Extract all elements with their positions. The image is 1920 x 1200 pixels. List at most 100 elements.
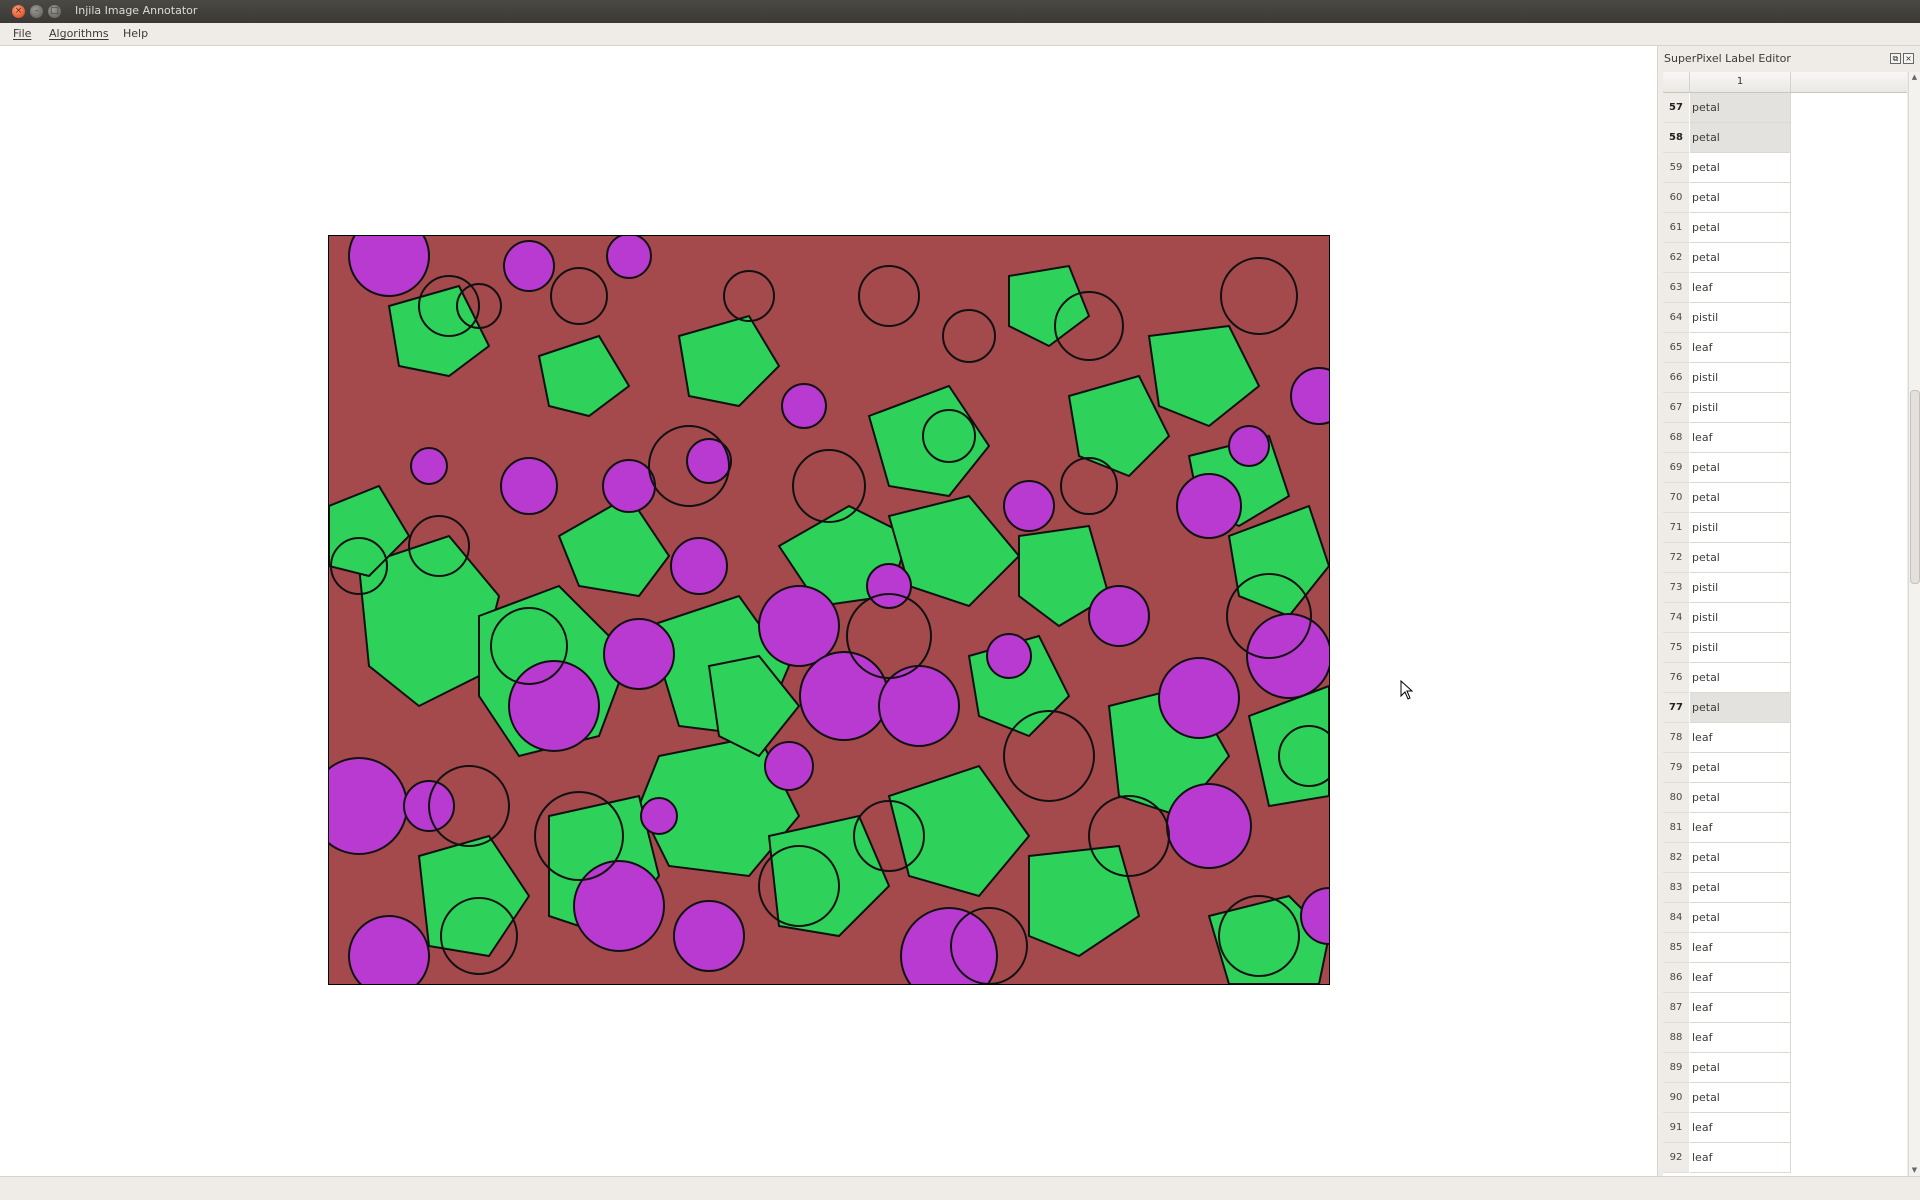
row-header[interactable]: 67 <box>1663 393 1689 423</box>
row-header[interactable]: 92 <box>1663 1143 1689 1173</box>
table-row[interactable]: 86 leaf <box>1663 963 1907 993</box>
table-row[interactable]: 89 petal <box>1663 1053 1907 1083</box>
row-header[interactable]: 57 <box>1663 93 1689 123</box>
minimize-icon[interactable]: – <box>30 5 43 18</box>
row-header[interactable]: 58 <box>1663 123 1689 153</box>
row-header[interactable]: 75 <box>1663 633 1689 663</box>
label-cell[interactable]: petal <box>1690 1083 1791 1113</box>
table-row[interactable]: 64 pistil <box>1663 303 1907 333</box>
row-header[interactable]: 61 <box>1663 213 1689 243</box>
close-icon[interactable]: × <box>1903 53 1914 64</box>
row-header[interactable]: 81 <box>1663 813 1689 843</box>
label-cell[interactable]: pistil <box>1690 513 1791 543</box>
label-cell[interactable]: pistil <box>1690 603 1791 633</box>
label-cell[interactable]: leaf <box>1690 813 1791 843</box>
row-header[interactable]: 78 <box>1663 723 1689 753</box>
segmented-image[interactable] <box>328 235 1330 985</box>
row-header[interactable]: 62 <box>1663 243 1689 273</box>
label-cell[interactable]: leaf <box>1690 333 1791 363</box>
row-header[interactable]: 68 <box>1663 423 1689 453</box>
label-cell[interactable]: leaf <box>1690 993 1791 1023</box>
label-cell[interactable]: leaf <box>1690 723 1791 753</box>
row-header[interactable]: 69 <box>1663 453 1689 483</box>
row-header[interactable]: 82 <box>1663 843 1689 873</box>
row-header[interactable]: 88 <box>1663 1023 1689 1053</box>
row-header[interactable]: 76 <box>1663 663 1689 693</box>
row-header[interactable]: 60 <box>1663 183 1689 213</box>
label-cell[interactable]: leaf <box>1690 1113 1791 1143</box>
table-row[interactable]: 59 petal <box>1663 153 1907 183</box>
table-row[interactable]: 90 petal <box>1663 1083 1907 1113</box>
label-cell[interactable]: petal <box>1690 543 1791 573</box>
table-row[interactable]: 81 leaf <box>1663 813 1907 843</box>
row-header[interactable]: 84 <box>1663 903 1689 933</box>
table-row[interactable]: 85 leaf <box>1663 933 1907 963</box>
label-cell[interactable]: petal <box>1690 873 1791 903</box>
label-cell[interactable]: leaf <box>1690 1143 1791 1173</box>
row-header[interactable]: 72 <box>1663 543 1689 573</box>
column-header[interactable]: 1 <box>1690 72 1791 92</box>
table-row[interactable]: 75 pistil <box>1663 633 1907 663</box>
table-row[interactable]: 67 pistil <box>1663 393 1907 423</box>
table-row[interactable]: 69 petal <box>1663 453 1907 483</box>
vertical-scrollbar[interactable]: ▲ ▼ <box>1908 72 1920 1176</box>
menu-help[interactable]: Help <box>123 27 148 40</box>
row-header[interactable]: 74 <box>1663 603 1689 633</box>
table-row[interactable]: 73 pistil <box>1663 573 1907 603</box>
label-cell[interactable]: leaf <box>1690 423 1791 453</box>
label-cell[interactable]: petal <box>1690 753 1791 783</box>
label-cell[interactable]: petal <box>1690 123 1791 153</box>
table-row[interactable]: 61 petal <box>1663 213 1907 243</box>
label-cell[interactable]: petal <box>1690 843 1791 873</box>
superpixel-overlay[interactable] <box>329 236 1329 984</box>
row-header[interactable]: 90 <box>1663 1083 1689 1113</box>
row-header[interactable]: 77 <box>1663 693 1689 723</box>
table-row[interactable]: 58 petal <box>1663 123 1907 153</box>
row-header[interactable]: 73 <box>1663 573 1689 603</box>
float-icon[interactable]: ⧉ <box>1890 53 1901 64</box>
table-row[interactable]: 92 leaf <box>1663 1143 1907 1173</box>
table-row[interactable]: 71 pistil <box>1663 513 1907 543</box>
row-header[interactable]: 89 <box>1663 1053 1689 1083</box>
label-cell[interactable]: petal <box>1690 213 1791 243</box>
row-header[interactable]: 63 <box>1663 273 1689 303</box>
table-row[interactable]: 60 petal <box>1663 183 1907 213</box>
table-row[interactable]: 57 petal <box>1663 93 1907 123</box>
table-row[interactable]: 77 petal <box>1663 693 1907 723</box>
row-header[interactable]: 71 <box>1663 513 1689 543</box>
table-row[interactable]: 82 petal <box>1663 843 1907 873</box>
label-cell[interactable]: leaf <box>1690 273 1791 303</box>
label-cell[interactable]: pistil <box>1690 573 1791 603</box>
row-header[interactable]: 59 <box>1663 153 1689 183</box>
table-row[interactable]: 87 leaf <box>1663 993 1907 1023</box>
table-row[interactable]: 79 petal <box>1663 753 1907 783</box>
label-cell[interactable]: petal <box>1690 183 1791 213</box>
table-row[interactable]: 62 petal <box>1663 243 1907 273</box>
menu-file[interactable]: File <box>13 27 31 40</box>
label-cell[interactable]: leaf <box>1690 1023 1791 1053</box>
row-header[interactable]: 79 <box>1663 753 1689 783</box>
label-cell[interactable]: petal <box>1690 153 1791 183</box>
table-row[interactable]: 74 pistil <box>1663 603 1907 633</box>
table-row[interactable]: 83 petal <box>1663 873 1907 903</box>
table-row[interactable]: 65 leaf <box>1663 333 1907 363</box>
close-icon[interactable]: × <box>12 5 25 18</box>
label-cell[interactable]: pistil <box>1690 633 1791 663</box>
scroll-up-icon[interactable]: ▲ <box>1909 72 1920 83</box>
row-header[interactable]: 83 <box>1663 873 1689 903</box>
image-canvas[interactable] <box>0 46 1658 1176</box>
row-header[interactable]: 86 <box>1663 963 1689 993</box>
label-cell[interactable]: petal <box>1690 1053 1791 1083</box>
table-row[interactable]: 80 petal <box>1663 783 1907 813</box>
maximize-icon[interactable]: □ <box>48 5 61 18</box>
label-cell[interactable]: petal <box>1690 243 1791 273</box>
label-cell[interactable]: petal <box>1690 783 1791 813</box>
table-row[interactable]: 78 leaf <box>1663 723 1907 753</box>
label-cell[interactable]: pistil <box>1690 363 1791 393</box>
table-row[interactable]: 70 petal <box>1663 483 1907 513</box>
label-cell[interactable]: petal <box>1690 903 1791 933</box>
row-header[interactable]: 65 <box>1663 333 1689 363</box>
row-header[interactable]: 91 <box>1663 1113 1689 1143</box>
label-cell[interactable]: petal <box>1690 663 1791 693</box>
row-header[interactable]: 85 <box>1663 933 1689 963</box>
